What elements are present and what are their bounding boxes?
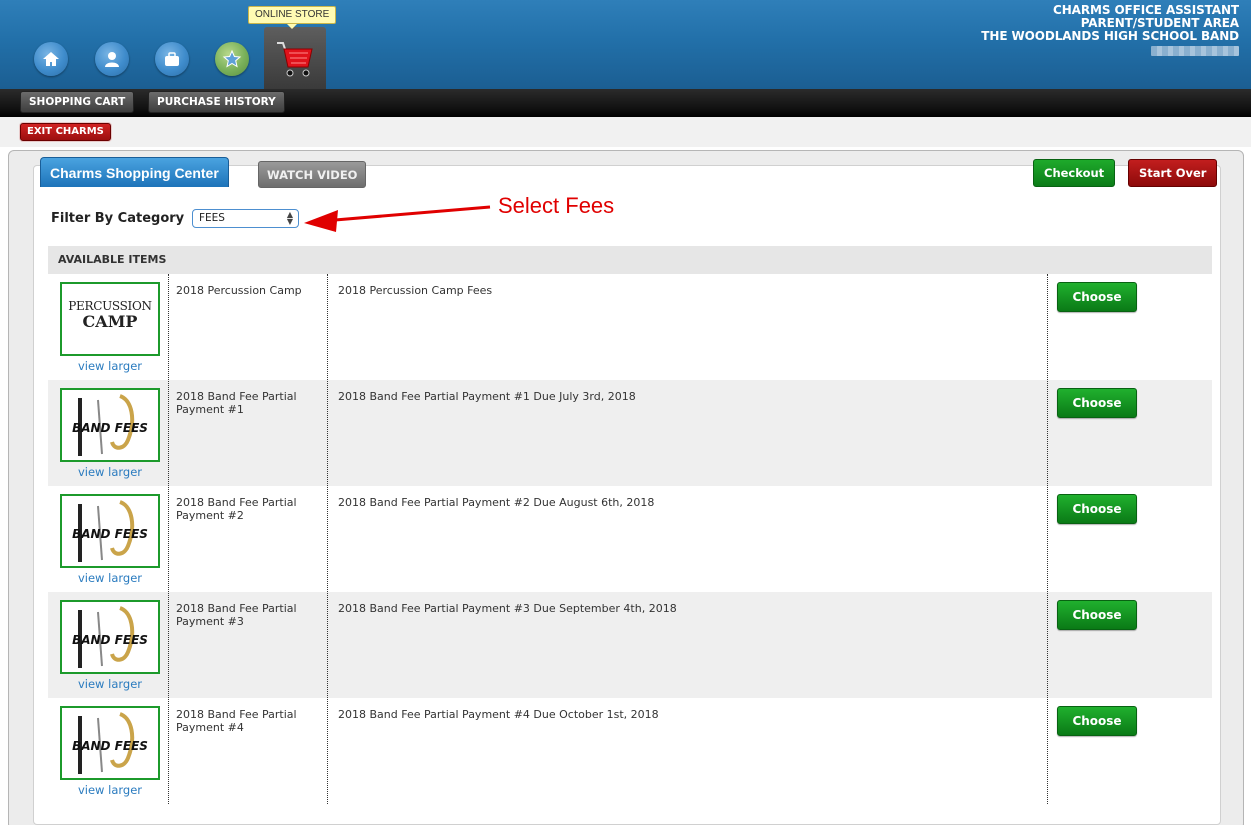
view-larger-link[interactable]: view larger	[60, 465, 160, 479]
briefcase-icon[interactable]	[155, 42, 189, 76]
band-fees-thumbnail[interactable]: BAND FEES	[60, 494, 160, 568]
list-item: BAND FEES view larger 2018 Band Fee Part…	[48, 592, 1212, 698]
column-divider	[1047, 274, 1048, 804]
shopping-cart-button[interactable]: SHOPPING CART	[20, 91, 135, 113]
annotation-arrow-icon	[304, 205, 491, 232]
select-arrows-icon: ▲ ▼	[286, 210, 293, 226]
category-select-value: FEES	[199, 212, 225, 224]
header-titles: CHARMS OFFICE ASSISTANT PARENT/STUDENT A…	[981, 4, 1239, 59]
item-name: 2018 Band Fee Partial Payment #4	[176, 708, 297, 734]
column-divider	[327, 274, 328, 804]
list-item: BAND FEES view larger 2018 Band Fee Part…	[48, 698, 1212, 804]
exit-charms-button[interactable]: EXIT CHARMS	[20, 123, 111, 141]
list-item: PERCUSSION CAMP view larger 2018 Percuss…	[48, 274, 1212, 380]
exit-bar: EXIT CHARMS	[0, 117, 1251, 147]
sub-navigation: SHOPPING CART PURCHASE HISTORY	[0, 89, 1251, 117]
cart-icon	[277, 42, 313, 77]
shopping-center-tab[interactable]: Charms Shopping Center	[40, 157, 229, 187]
top-header: ONLINE STORE CHARMS OFFICE ASSISTANT PAR…	[0, 0, 1251, 89]
online-store-button[interactable]	[264, 27, 326, 89]
item-description: 2018 Band Fee Partial Payment #3 Due Sep…	[338, 602, 677, 615]
annotation-text: Select Fees	[498, 193, 615, 218]
item-description: 2018 Band Fee Partial Payment #2 Due Aug…	[338, 496, 655, 509]
thumb-caption: BAND FEES	[72, 421, 148, 435]
item-name: 2018 Band Fee Partial Payment #3	[176, 602, 297, 628]
thumb-caption: BAND FEES	[72, 739, 148, 753]
band-fees-thumbnail[interactable]: BAND FEES	[60, 706, 160, 780]
list-item: BAND FEES view larger 2018 Band Fee Part…	[48, 486, 1212, 592]
item-name: 2018 Band Fee Partial Payment #1	[176, 390, 297, 416]
view-larger-link[interactable]: view larger	[60, 571, 160, 585]
start-over-button[interactable]: Start Over	[1128, 159, 1218, 187]
choose-button[interactable]: Choose	[1057, 282, 1137, 312]
thumb-caption: BAND FEES	[72, 633, 148, 647]
band-fees-thumbnail[interactable]: BAND FEES	[60, 600, 160, 674]
choose-button[interactable]: Choose	[1057, 388, 1137, 418]
choose-button[interactable]: Choose	[1057, 600, 1137, 630]
percussion-camp-thumbnail[interactable]: PERCUSSION CAMP	[60, 282, 160, 356]
watch-video-button[interactable]: WATCH VIDEO	[258, 161, 367, 188]
column-divider	[168, 274, 169, 804]
filter-label: Filter By Category	[51, 211, 185, 226]
list-item: BAND FEES view larger 2018 Band Fee Part…	[48, 380, 1212, 486]
available-items-header: AVAILABLE ITEMS	[48, 246, 1212, 274]
item-name: 2018 Percussion Camp	[176, 284, 302, 297]
item-description: 2018 Band Fee Partial Payment #4 Due Oct…	[338, 708, 659, 721]
item-name: 2018 Band Fee Partial Payment #2	[176, 496, 297, 522]
thumb-caption: BAND FEES	[72, 527, 148, 541]
category-select[interactable]: FEES ▲ ▼	[192, 209, 299, 228]
choose-button[interactable]: Choose	[1057, 494, 1137, 524]
home-icon[interactable]	[34, 42, 68, 76]
band-fees-thumbnail[interactable]: BAND FEES	[60, 388, 160, 462]
header-line-3: THE WOODLANDS HIGH SCHOOL BAND	[981, 29, 1239, 43]
person-icon[interactable]	[95, 42, 129, 76]
view-larger-link[interactable]: view larger	[60, 359, 160, 373]
star-icon[interactable]	[215, 42, 249, 76]
item-description: 2018 Band Fee Partial Payment #1 Due Jul…	[338, 390, 636, 403]
redacted-name	[1151, 46, 1239, 56]
view-larger-link[interactable]: view larger	[60, 677, 160, 691]
choose-button[interactable]: Choose	[1057, 706, 1137, 736]
item-description: 2018 Percussion Camp Fees	[338, 284, 493, 297]
online-store-tooltip: ONLINE STORE	[248, 6, 337, 29]
view-larger-link[interactable]: view larger	[60, 783, 160, 797]
purchase-history-button[interactable]: PURCHASE HISTORY	[148, 91, 285, 113]
checkout-button[interactable]: Checkout	[1033, 159, 1116, 187]
thumb-text-line-2: CAMP	[82, 312, 138, 331]
